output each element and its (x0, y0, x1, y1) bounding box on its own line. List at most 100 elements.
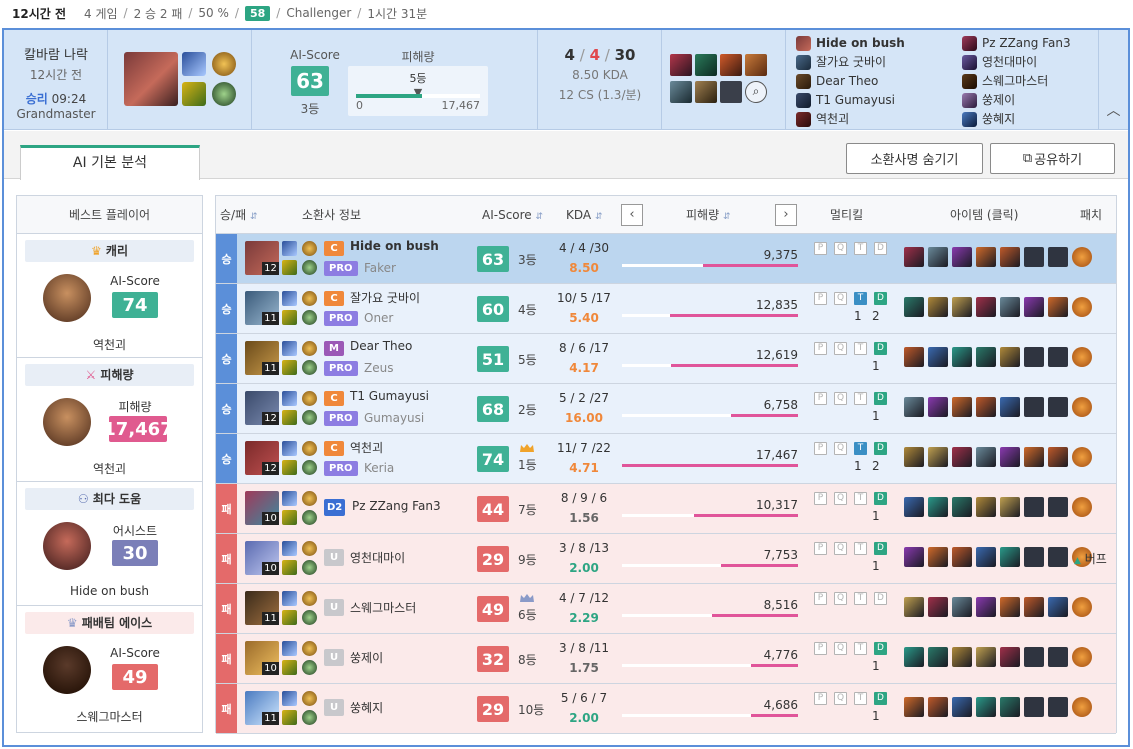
item-icon[interactable] (670, 54, 692, 76)
item-icon[interactable] (952, 697, 972, 717)
team-player[interactable]: 잘가요 굿바이 (796, 53, 905, 72)
collapse-button[interactable]: ︿ (1098, 30, 1128, 130)
item-icon[interactable] (1000, 597, 1020, 617)
share-button[interactable]: ⧉ 공유하기 (990, 143, 1115, 174)
item-icon[interactable] (976, 247, 996, 267)
item-icon[interactable] (976, 647, 996, 667)
summoner-name[interactable]: Hide on bush (350, 239, 439, 253)
team-player[interactable]: 스웨그마스터 (962, 72, 1071, 91)
item-icon[interactable] (976, 347, 996, 367)
trinket-icon[interactable] (1072, 397, 1092, 417)
item-icon[interactable] (976, 447, 996, 467)
item-icon[interactable] (904, 247, 924, 267)
item-icon[interactable] (952, 447, 972, 467)
table-row[interactable]: 패 10 D2 Pz ZZang Fan3 44 7등 8 / 9 / 6 1.… (216, 484, 1116, 534)
item-icon[interactable] (1048, 447, 1068, 467)
search-icon[interactable]: ⌕ (745, 81, 767, 103)
table-row[interactable]: 승 12 C 역천괴 PRO Keria 74 1등 11/ 7 /22 4.7… (216, 434, 1116, 484)
item-icon[interactable] (1000, 347, 1020, 367)
item-icon[interactable] (904, 297, 924, 317)
th-kda[interactable]: KDA ⇵ (566, 196, 602, 234)
item-icon[interactable] (976, 397, 996, 417)
item-icon[interactable] (952, 597, 972, 617)
summoner-name[interactable]: Dear Theo (350, 339, 412, 353)
trinket-icon[interactable] (1072, 297, 1092, 317)
item-icon[interactable] (904, 397, 924, 417)
hide-names-button[interactable]: 소환사명 숨기기 (846, 143, 983, 174)
table-row[interactable]: 패 10 U 영천대마이 29 9등 3 / 8 /13 2.00 7,753 … (216, 534, 1116, 584)
table-row[interactable]: 승 11 M Dear Theo PRO Zeus 51 5등 8 / 6 /1… (216, 334, 1116, 384)
team-player[interactable]: Hide on bush (796, 34, 905, 53)
summoner-name[interactable]: 잘가요 굿바이 (350, 289, 420, 306)
item-icon[interactable] (952, 397, 972, 417)
item-icon[interactable] (1000, 247, 1020, 267)
item-icon[interactable] (1024, 447, 1044, 467)
trinket-icon[interactable] (1072, 247, 1092, 267)
item-icon[interactable] (904, 347, 924, 367)
best-card-player[interactable]: Hide on bush (17, 584, 202, 598)
tab-ai-analysis[interactable]: AI 기본 분석 (20, 145, 200, 180)
trinket-icon[interactable] (1072, 447, 1092, 467)
item-icon[interactable] (952, 497, 972, 517)
team-player[interactable]: 역천괴 (796, 110, 905, 129)
trinket-icon[interactable] (1072, 597, 1092, 617)
th-ai-score[interactable]: AI-Score ⇵ (482, 196, 543, 234)
summoner-name[interactable]: 스웨그마스터 (350, 599, 416, 616)
item-icon[interactable] (695, 81, 717, 103)
item-icon[interactable] (695, 54, 717, 76)
summoner-name[interactable]: 역천괴 (350, 439, 383, 456)
match-summary[interactable]: 칼바람 나락 12시간 전 승리 09:24 Grandmaster AI-Sc… (4, 30, 1128, 130)
item-icon[interactable] (928, 597, 948, 617)
best-card-player[interactable]: 스웨그마스터 (17, 708, 202, 725)
item-icon[interactable] (904, 597, 924, 617)
item-icon[interactable] (904, 547, 924, 567)
trinket-icon[interactable] (1072, 497, 1092, 517)
summoner-name[interactable]: 영천대마이 (350, 549, 405, 566)
item-icon[interactable] (952, 297, 972, 317)
team-player[interactable]: T1 Gumayusi (796, 91, 905, 110)
trinket-icon[interactable] (1072, 697, 1092, 717)
table-row[interactable]: 승 12 C Hide on bush PRO Faker 63 3등 4 / … (216, 234, 1116, 284)
item-icon[interactable] (1048, 597, 1068, 617)
item-icon[interactable] (928, 497, 948, 517)
prev-stat-button[interactable]: ‹ (621, 204, 643, 226)
item-icon[interactable] (904, 447, 924, 467)
item-icon[interactable] (976, 597, 996, 617)
item-icon[interactable] (952, 547, 972, 567)
item-icon[interactable] (1024, 297, 1044, 317)
summoner-name[interactable]: Pz ZZang Fan3 (352, 499, 441, 513)
item-icon[interactable] (670, 81, 692, 103)
item-icon[interactable] (928, 697, 948, 717)
item-icon[interactable] (1000, 647, 1020, 667)
item-icon[interactable] (1000, 297, 1020, 317)
item-icon[interactable] (952, 647, 972, 667)
table-row[interactable]: 패 11 U 쑹혜지 29 10등 5 / 6 / 7 2.00 4,686 P… (216, 684, 1116, 734)
summoner-name[interactable]: 쑹혜지 (350, 699, 383, 716)
summoner-name[interactable]: 쑹제이 (350, 649, 383, 666)
team-player[interactable]: Pz ZZang Fan3 (962, 34, 1071, 53)
item-icon[interactable] (976, 547, 996, 567)
item-icon[interactable] (904, 497, 924, 517)
item-icon[interactable] (1024, 597, 1044, 617)
th-result[interactable]: 승/패 ⇵ (220, 196, 258, 234)
item-icon[interactable] (952, 347, 972, 367)
item-icon[interactable] (976, 297, 996, 317)
item-icon[interactable] (928, 447, 948, 467)
item-icon[interactable] (904, 697, 924, 717)
best-card-player[interactable]: 역천괴 (17, 460, 202, 477)
table-row[interactable]: 패 11 U 스웨그마스터 49 6등 4 / 7 /12 2.29 8,516… (216, 584, 1116, 634)
item-icon[interactable] (928, 297, 948, 317)
table-row[interactable]: 승 12 C T1 Gumayusi PRO Gumayusi 68 2등 5 … (216, 384, 1116, 434)
team-player[interactable]: 쑹혜지 (962, 110, 1071, 129)
item-icon[interactable] (928, 347, 948, 367)
item-icon[interactable] (976, 497, 996, 517)
item-icon[interactable] (745, 54, 767, 76)
item-icon[interactable] (928, 547, 948, 567)
item-icon[interactable] (976, 697, 996, 717)
item-icon[interactable] (928, 397, 948, 417)
table-row[interactable]: 패 10 U 쑹제이 32 8등 3 / 8 /11 1.75 4,776 PQ… (216, 634, 1116, 684)
item-icon[interactable] (720, 54, 742, 76)
th-damage[interactable]: 피해량 ⇵ (686, 196, 731, 234)
item-icon[interactable] (928, 247, 948, 267)
trinket-icon[interactable] (1072, 347, 1092, 367)
